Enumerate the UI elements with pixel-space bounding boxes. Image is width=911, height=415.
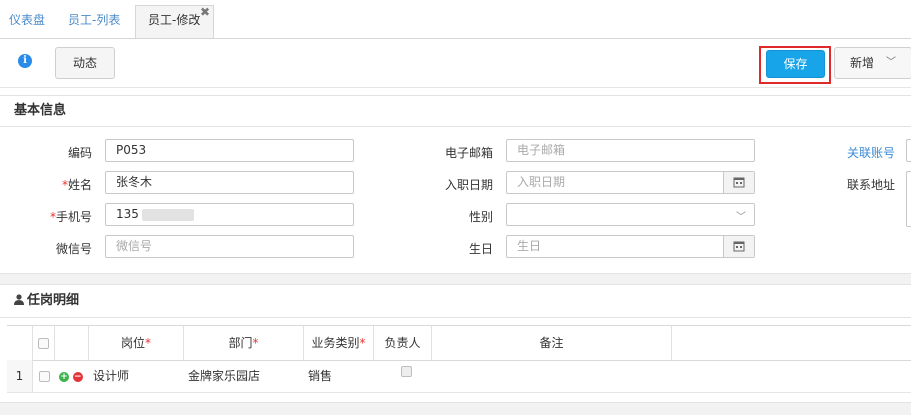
section-title: 任岗明细 bbox=[27, 293, 80, 308]
row-checkbox-cell bbox=[33, 360, 55, 392]
row-checkbox[interactable] bbox=[38, 371, 50, 382]
tab-bar: 仪表盘 员工-列表 员工-修改 ✖ bbox=[0, 0, 911, 39]
phone-label: *手机号 bbox=[49, 210, 92, 224]
linked-account-link[interactable]: 关联账号 bbox=[838, 144, 895, 161]
footer-band bbox=[0, 402, 911, 415]
row-number: 1 bbox=[7, 360, 33, 392]
linked-account-field[interactable] bbox=[906, 139, 911, 162]
birthday-placeholder: 生日 bbox=[517, 239, 542, 253]
business-type-cell[interactable]: 销售 bbox=[308, 360, 332, 392]
save-button[interactable]: 保存 bbox=[766, 50, 825, 78]
add-row-icon[interactable]: + bbox=[59, 371, 69, 382]
new-label: 新增 bbox=[850, 56, 875, 70]
code-label: 编码 bbox=[67, 146, 92, 160]
section-divider bbox=[0, 273, 911, 284]
wechat-label: 微信号 bbox=[55, 242, 92, 256]
tab-employee-edit[interactable]: 员工-修改 ✖ bbox=[135, 5, 214, 38]
gender-label: 性别 bbox=[468, 210, 493, 224]
redaction-blur bbox=[142, 209, 194, 221]
select-all-checkbox[interactable] bbox=[38, 338, 49, 349]
hire-date-label: 入职日期 bbox=[444, 178, 493, 192]
row-number-header bbox=[7, 326, 33, 360]
phone-field[interactable]: 135 bbox=[105, 203, 354, 226]
department-cell[interactable]: 金牌家乐园店 bbox=[188, 360, 260, 392]
select-all-checkbox-cell bbox=[33, 326, 55, 360]
positions-header: 任岗明细 bbox=[0, 284, 911, 318]
code-field[interactable]: P053 bbox=[105, 139, 354, 162]
tab-dashboard[interactable]: 仪表盘 bbox=[9, 6, 45, 36]
new-dropdown-button[interactable]: 新增 ﹀ bbox=[834, 47, 911, 79]
wechat-field[interactable]: 微信号 bbox=[105, 235, 354, 258]
dynamic-button[interactable]: 动态 bbox=[55, 47, 115, 79]
tab-label: 员工-修改 bbox=[148, 13, 201, 27]
info-icon[interactable]: i bbox=[18, 54, 32, 68]
manager-checkbox[interactable] bbox=[401, 366, 412, 377]
address-field[interactable] bbox=[906, 171, 911, 227]
birthday-label: 生日 bbox=[468, 242, 493, 256]
hire-date-placeholder: 入职日期 bbox=[517, 175, 566, 189]
calendar-icon[interactable] bbox=[723, 172, 754, 193]
basic-info-header: 基本信息 bbox=[0, 95, 911, 127]
hire-date-field[interactable]: 入职日期 bbox=[506, 171, 755, 194]
address-label: 联系地址 bbox=[846, 178, 895, 192]
positions-table-header: 岗位* 部门* 业务类别* 负责人 备注 bbox=[7, 325, 911, 361]
action-header bbox=[55, 326, 89, 360]
chevron-down-icon: ﹀ bbox=[886, 57, 896, 68]
tab-employee-list[interactable]: 员工-列表 bbox=[68, 6, 120, 36]
email-label: 电子邮箱 bbox=[444, 146, 493, 160]
tab-label: 员工-列表 bbox=[68, 13, 121, 27]
remark-column-header[interactable]: 备注 bbox=[432, 326, 672, 360]
close-icon[interactable]: ✖ bbox=[200, 6, 210, 18]
name-field[interactable]: 张冬木 bbox=[105, 171, 354, 194]
business-type-column-header[interactable]: 业务类别* bbox=[304, 326, 374, 360]
department-column-header[interactable]: 部门* bbox=[184, 326, 304, 360]
name-label: *姓名 bbox=[61, 178, 92, 192]
gender-select[interactable]: ﹀ bbox=[506, 203, 755, 226]
chevron-down-icon: ﹀ bbox=[736, 212, 746, 223]
manager-cell bbox=[401, 355, 412, 387]
section-title: 基本信息 bbox=[14, 103, 67, 118]
table-row[interactable]: 1 + − 设计师 金牌家乐园店 销售 bbox=[7, 360, 911, 393]
calendar-icon[interactable] bbox=[723, 236, 754, 257]
user-icon bbox=[14, 286, 24, 318]
remove-row-icon[interactable]: − bbox=[72, 371, 83, 382]
phone-value: 135 bbox=[116, 207, 139, 221]
position-cell[interactable]: 设计师 bbox=[93, 360, 129, 392]
position-column-header[interactable]: 岗位* bbox=[89, 326, 184, 360]
birthday-field[interactable]: 生日 bbox=[506, 235, 755, 258]
tab-label: 仪表盘 bbox=[9, 13, 46, 27]
email-field[interactable]: 电子邮箱 bbox=[506, 139, 755, 162]
row-actions: + − bbox=[59, 360, 89, 392]
